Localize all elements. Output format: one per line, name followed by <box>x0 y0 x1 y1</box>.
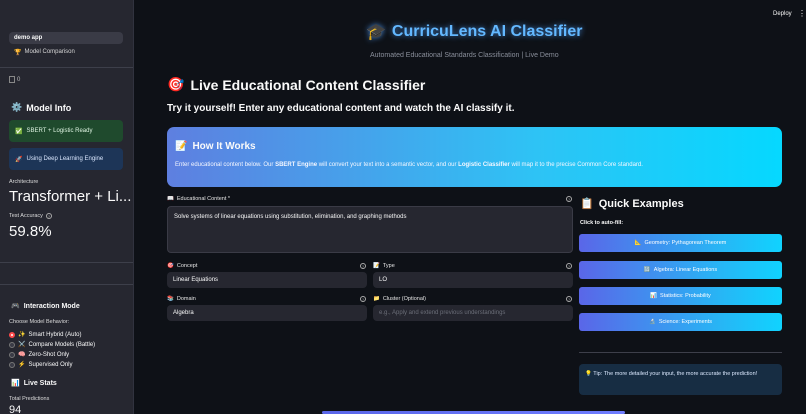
sidebar: demo app 🏆 Model Comparison 0 ⚙️ Model Inf… <box>0 0 134 414</box>
app-title: 🎓 CurricuLens AI Classifier <box>366 23 583 41</box>
radio-zero-shot[interactable]: 🧠 Zero-Shot Only <box>9 351 69 358</box>
content-field-label: 📖 Educational Content * <box>167 196 231 202</box>
choose-behavior-label: Choose Model Behavior: <box>9 319 70 325</box>
microscope-icon: 🔬 <box>648 319 656 325</box>
memo-icon: 📝 <box>175 141 188 152</box>
bar-chart-icon: 📊 <box>650 293 658 299</box>
domain-field-label: 📚 Domain <box>167 296 196 302</box>
sparkles-icon: ✨ <box>18 332 26 338</box>
architecture-value: Transformer + Li... <box>9 188 132 205</box>
target-icon: 🎯 <box>167 76 185 92</box>
quick-examples-title: 📋 Quick Examples <box>580 197 684 211</box>
quick-examples-subtitle: Click to auto-fill: <box>580 220 624 226</box>
help-icon[interactable]: ? <box>566 263 572 269</box>
sidebar-divider <box>0 262 133 263</box>
radio-button[interactable] <box>9 361 15 368</box>
rocket-icon: 🚀 <box>15 156 23 163</box>
cluster-input[interactable]: e.g., Apply and extend previous understa… <box>373 305 573 321</box>
game-controller-icon: 🎮 <box>11 303 20 310</box>
sidebar-divider <box>0 284 133 285</box>
numbers-icon: 🔢 <box>643 267 651 273</box>
nav-item-demo-app[interactable]: demo app <box>9 32 123 44</box>
broken-image: 0 <box>9 76 20 83</box>
check-icon: ✅ <box>15 128 23 135</box>
lightning-icon: ⚡ <box>18 362 26 368</box>
radio-button-selected[interactable] <box>9 331 15 338</box>
trophy-icon: 🏆 <box>14 49 22 56</box>
concept-field-label: 🎯 Concept <box>167 263 198 269</box>
live-stats-heading: 📊 Live Stats <box>11 379 57 388</box>
radio-button[interactable] <box>9 341 15 348</box>
cluster-field-label: 📁 Cluster (Optional) <box>373 296 426 302</box>
help-icon[interactable]: ? <box>360 296 366 302</box>
accuracy-value: 59.8% <box>9 223 52 240</box>
example-geometry-button[interactable]: 📐 Geometry: Pythagorean Theorem <box>579 234 782 252</box>
folder-icon: 📁 <box>373 296 380 302</box>
app-subtitle: Automated Educational Standards Classifi… <box>370 52 559 59</box>
radio-compare-models[interactable]: ⚔️ Compare Models (Battle) <box>9 341 95 348</box>
swords-icon: ⚔️ <box>18 342 26 348</box>
broken-image-icon <box>9 76 15 83</box>
sidebar-divider <box>0 67 133 68</box>
example-statistics-button[interactable]: 📊 Statistics: Probability <box>579 287 782 305</box>
help-icon[interactable]: ? <box>566 196 572 202</box>
deploy-button[interactable]: Deploy <box>773 11 792 17</box>
model-info-heading: ⚙️ Model Info <box>11 102 72 113</box>
architecture-label: Architecture <box>9 179 39 185</box>
radio-supervised[interactable]: ⚡ Supervised Only <box>9 361 73 368</box>
nav-item-model-comparison[interactable]: 🏆 Model Comparison <box>9 46 123 58</box>
how-it-works-body: Enter educational content below. Our SBE… <box>175 162 643 168</box>
section-intro: Try it yourself! Enter any educational c… <box>167 103 515 114</box>
bar-chart-icon: 📊 <box>11 380 20 387</box>
content-textarea[interactable]: Solve systems of linear equations using … <box>167 206 573 253</box>
type-input[interactable]: LO <box>373 272 573 288</box>
section-title: 🎯 Live Educational Content Classifier <box>167 76 426 93</box>
how-it-works-card: 📝 How It Works Enter educational content … <box>167 127 782 187</box>
memo-icon: 📝 <box>373 263 380 269</box>
interaction-mode-heading: 🎮 Interaction Mode <box>11 302 80 311</box>
how-it-works-title: 📝 How It Works <box>175 141 256 152</box>
books-icon: 📚 <box>167 296 174 302</box>
triangle-ruler-icon: 📐 <box>634 240 642 246</box>
help-icon[interactable]: ? <box>566 296 572 302</box>
help-icon[interactable]: ? <box>45 213 52 219</box>
menu-icon[interactable]: ⋮ <box>798 9 806 18</box>
radio-button[interactable] <box>9 351 15 358</box>
example-science-button[interactable]: 🔬 Science: Experiments <box>579 313 782 331</box>
engine-alert: 🚀 Using Deep Learning Engine <box>9 148 123 170</box>
total-predictions-value: 94 <box>9 404 22 414</box>
brain-icon: 🧠 <box>18 352 26 358</box>
book-icon: 📖 <box>167 196 174 202</box>
model-ready-alert: ✅ SBERT + Logistic Ready <box>9 120 123 142</box>
type-field-label: 📝 Type <box>373 263 395 269</box>
domain-input[interactable]: Algebra <box>167 305 367 321</box>
accuracy-label: Test Accuracy? <box>9 213 52 219</box>
tip-box: 💡 Tip: The more detailed your input, the… <box>579 364 782 395</box>
example-algebra-button[interactable]: 🔢 Algebra: Linear Equations <box>579 261 782 279</box>
divider <box>579 352 782 353</box>
clipboard-icon: 📋 <box>580 198 594 210</box>
total-predictions-label: Total Predictions <box>9 396 50 402</box>
lightbulb-icon: 💡 <box>585 371 592 377</box>
graduation-cap-icon: 🎓 <box>366 24 386 41</box>
target-icon: 🎯 <box>167 263 174 269</box>
help-icon[interactable]: ? <box>360 263 366 269</box>
concept-input[interactable]: Linear Equations <box>167 272 367 288</box>
gear-icon: ⚙️ <box>11 102 23 112</box>
radio-smart-hybrid[interactable]: ✨ Smart Hybrid (Auto) <box>9 331 82 338</box>
